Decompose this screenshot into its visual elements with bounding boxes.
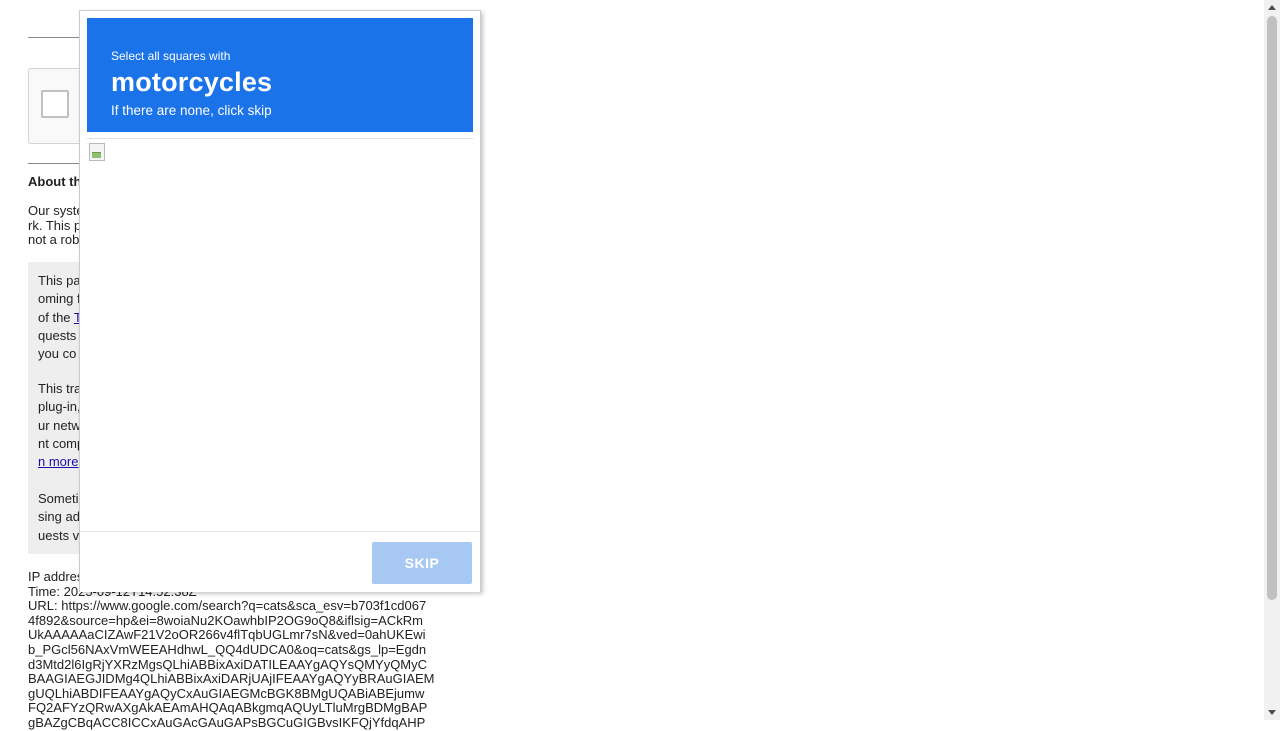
learn-more-link[interactable]: n more xyxy=(38,454,78,469)
skip-button[interactable]: SKIP xyxy=(372,542,472,584)
instruction-subtext: If there are none, click skip xyxy=(111,103,272,118)
url-line: b_PGcl56NAxVmWEEAHdhwL_QQ4dUDCA0&oq=cats… xyxy=(28,641,427,657)
captcha-instructions-header: Select all squares with motorcycles If t… xyxy=(87,18,473,132)
captcha-footer: SKIP xyxy=(80,531,480,592)
top-divider xyxy=(28,37,80,38)
request-info: IP addres Time: 2025-09-12T14:52:38Z URL… xyxy=(28,569,435,731)
mid-divider xyxy=(28,163,80,164)
scrollbar-thumb[interactable] xyxy=(1267,16,1277,600)
captcha-image-grid[interactable] xyxy=(87,138,473,524)
url-line: URL: https://www.google.com/search?q=cat… xyxy=(28,598,427,614)
instruction-text: Select all squares with xyxy=(111,49,231,63)
about-heading: About th xyxy=(28,174,82,189)
url-line: gBAZgCBqACC8ICCxAuGAcGAuGAPsBGCuGIGBvsIK… xyxy=(28,714,426,730)
recaptcha-checkbox[interactable] xyxy=(41,90,69,118)
vertical-scrollbar[interactable] xyxy=(1264,0,1280,720)
captcha-challenge-dialog: Select all squares with motorcycles If t… xyxy=(79,10,481,592)
url-line: BAAGIAEGJIDMg4QLhiABBixAxiDARjUAjIFEAAYg… xyxy=(28,671,435,687)
scroll-down-arrow-icon[interactable] xyxy=(1268,710,1276,715)
scroll-up-arrow-icon[interactable] xyxy=(1268,5,1276,10)
url-line: gUQLhiABDIFEAAYgAQyCxAuGIAEGMcBGK8BMgUQA… xyxy=(28,685,425,701)
url-line: UkAAAAAaCIZAwF21V2oOR266v4flTqbUGLmr7sN&… xyxy=(28,627,426,643)
broken-image-icon xyxy=(89,143,105,161)
url-line: FQ2AFYzQRwAXgAkAEAmAHQAqABkgmqAQUyLTluMr… xyxy=(28,700,428,716)
url-line: 4f892&source=hp&ei=8woiaNu2KOawhbIP2OG9o… xyxy=(28,612,423,628)
text-fragment: of the xyxy=(38,309,74,325)
url-line: d3Mtd2l6IgRjYXRzMgsQLhiABBixAxiDATILEAAY… xyxy=(28,656,428,672)
target-object-label: motorcycles xyxy=(111,67,273,97)
